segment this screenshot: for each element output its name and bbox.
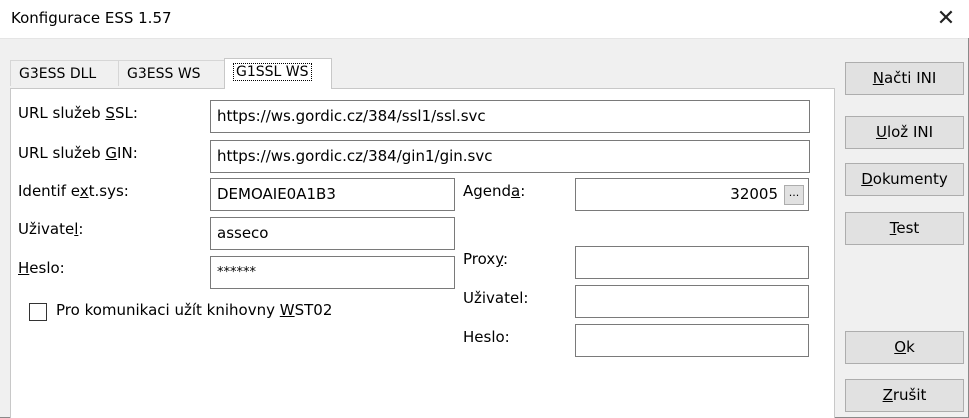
proxy-input[interactable] [575,246,809,279]
wst02-checkbox[interactable] [29,303,47,321]
url-ssl-input[interactable]: https://ws.gordic.cz/384/ssl1/ssl.svc [210,100,810,133]
title-bar: Konfigurace ESS 1.57 ✕ [0,0,969,39]
window-title: Konfigurace ESS 1.57 [11,9,172,27]
url-gin-input[interactable]: https://ws.gordic.cz/384/gin1/gin.svc [210,140,810,173]
agenda-input[interactable]: 32005 ... [575,178,809,211]
uloz-ini-button[interactable]: Ulož INI [845,116,964,149]
agenda-value: 32005 [730,185,778,203]
tab-g3ess-dll[interactable]: G3ESS DLL [10,60,119,86]
proxy-label: Proxy: [463,250,509,268]
tab-label: G3ESS DLL [19,66,97,82]
uzivatel-label: Uživatel: [18,220,84,238]
tab-label: G1SSL WS [233,63,312,81]
uzivatel-input[interactable]: asseco [210,217,455,250]
agenda-browse-button[interactable]: ... [784,185,804,205]
url-ssl-label: URL služeb SSL: [18,104,138,122]
dokumenty-button[interactable]: Dokumenty [845,163,964,196]
wst02-checkbox-label: Pro komunikaci užít knihovny WST02 [56,301,333,319]
proxy-heslo-label: Heslo: [463,328,510,346]
proxy-heslo-input[interactable] [575,324,809,357]
nacti-ini-button[interactable]: Načti INI [845,62,964,95]
agenda-label: Agenda: [463,182,526,200]
test-button[interactable]: Test [845,212,964,245]
tab-g3ess-ws[interactable]: G3ESS WS [118,60,225,86]
zrusit-button[interactable]: Zrušit [845,379,964,412]
url-gin-label: URL služeb GIN: [18,144,138,162]
identif-input[interactable]: DEMOAIE0A1B3 [210,178,455,211]
heslo-label: Heslo: [18,259,65,277]
identif-label: Identif ext.sys: [18,182,129,200]
heslo-input[interactable]: ****** [210,256,455,289]
tab-label: G3ESS WS [127,66,201,82]
ok-button[interactable]: Ok [845,331,964,364]
proxy-uzivatel-input[interactable] [575,285,809,318]
proxy-uzivatel-label: Uživatel: [463,289,529,307]
close-icon[interactable]: ✕ [923,0,969,38]
tab-g1ssl-ws[interactable]: G1SSL WS [224,58,332,89]
